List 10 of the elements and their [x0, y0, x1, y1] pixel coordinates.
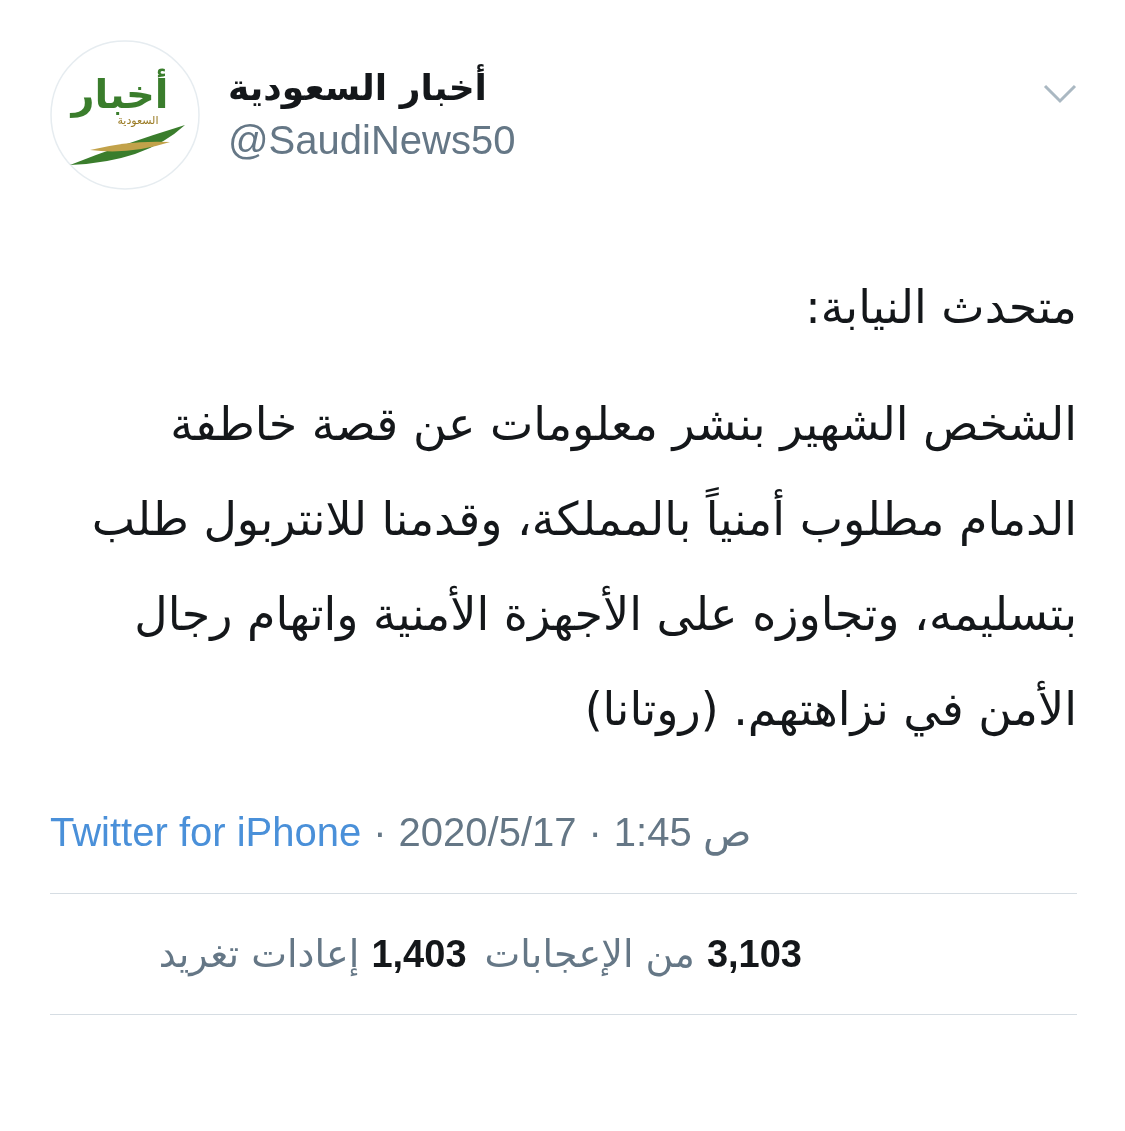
account-name[interactable]: أخبار السعودية	[228, 62, 487, 114]
separator-dot: ·	[588, 809, 602, 855]
tweet-date: 2020/5/17	[398, 809, 577, 855]
avatar-logo[interactable]: أخبار السعودية	[50, 40, 200, 190]
tweet-heading: متحدث النيابة:	[804, 279, 1077, 336]
tweet-time: ص 1:45	[613, 809, 751, 855]
tweet-text: الشخص الشهير بنشر معلومات عن قصة خاطفة الدمام مطلوب أمنياً بالمملكة، وقدمنا للانتربول طلب بتسليمه، وتجاوزه على الأجهزة الأمنية واتهام رجال الأمن في نزاهتهم. (روتانا)	[90, 396, 1077, 739]
separator-dot: ·	[373, 809, 387, 855]
account-handle[interactable]: @SaudiNews50	[228, 114, 516, 166]
chevron-down-icon[interactable]	[1043, 84, 1077, 104]
